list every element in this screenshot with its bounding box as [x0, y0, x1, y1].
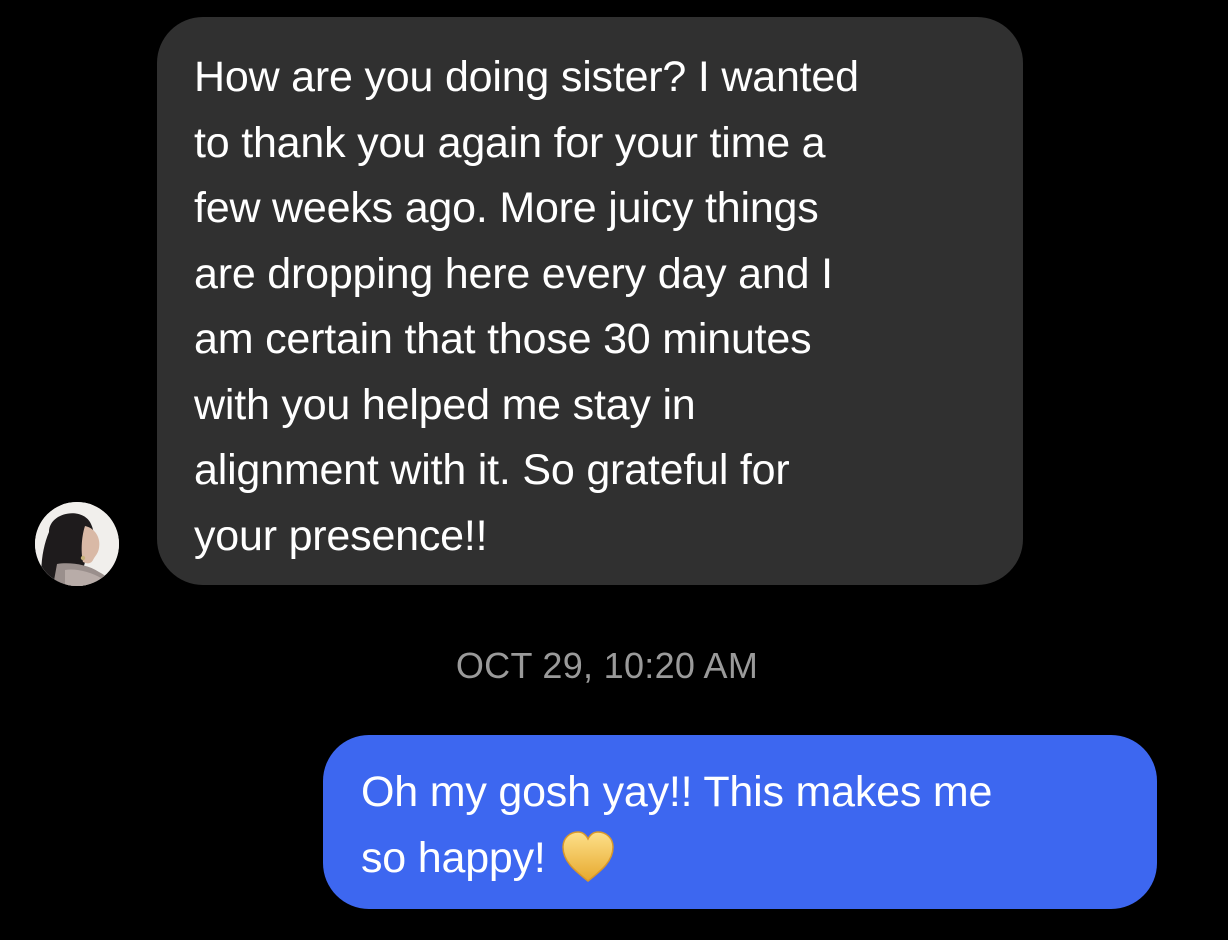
message-line: alignment with it. So grateful for	[194, 446, 790, 494]
outgoing-message-bubble[interactable]: Oh my gosh yay!! This makes me so happy!	[323, 735, 1157, 909]
message-line-text: so happy!	[361, 834, 546, 882]
message-line: am certain that those 30 minutes	[194, 315, 812, 363]
sender-avatar[interactable]	[35, 502, 119, 586]
message-line: are dropping here every day and I	[194, 249, 833, 298]
message-line: Oh my gosh yay!! This makes me	[361, 768, 993, 816]
message-line: with you helped me stay in	[194, 380, 696, 429]
profile-photo-icon	[35, 502, 119, 586]
message-line: to thank you again for your time a	[194, 118, 826, 167]
message-line: How are you doing sister? I wanted	[194, 53, 859, 101]
incoming-message-bubble[interactable]: How are you doing sister? I wanted to th…	[157, 17, 1023, 585]
message-thread: How are you doing sister? I wanted to th…	[0, 0, 1228, 940]
message-line: your presence!!	[194, 511, 488, 560]
message-line-with-emoji: so happy!	[361, 825, 1117, 891]
message-timestamp: OCT 29, 10:20 AM	[455, 645, 759, 686]
message-line: few weeks ago. More juicy things	[194, 184, 819, 232]
yellow-heart-icon	[561, 831, 614, 882]
